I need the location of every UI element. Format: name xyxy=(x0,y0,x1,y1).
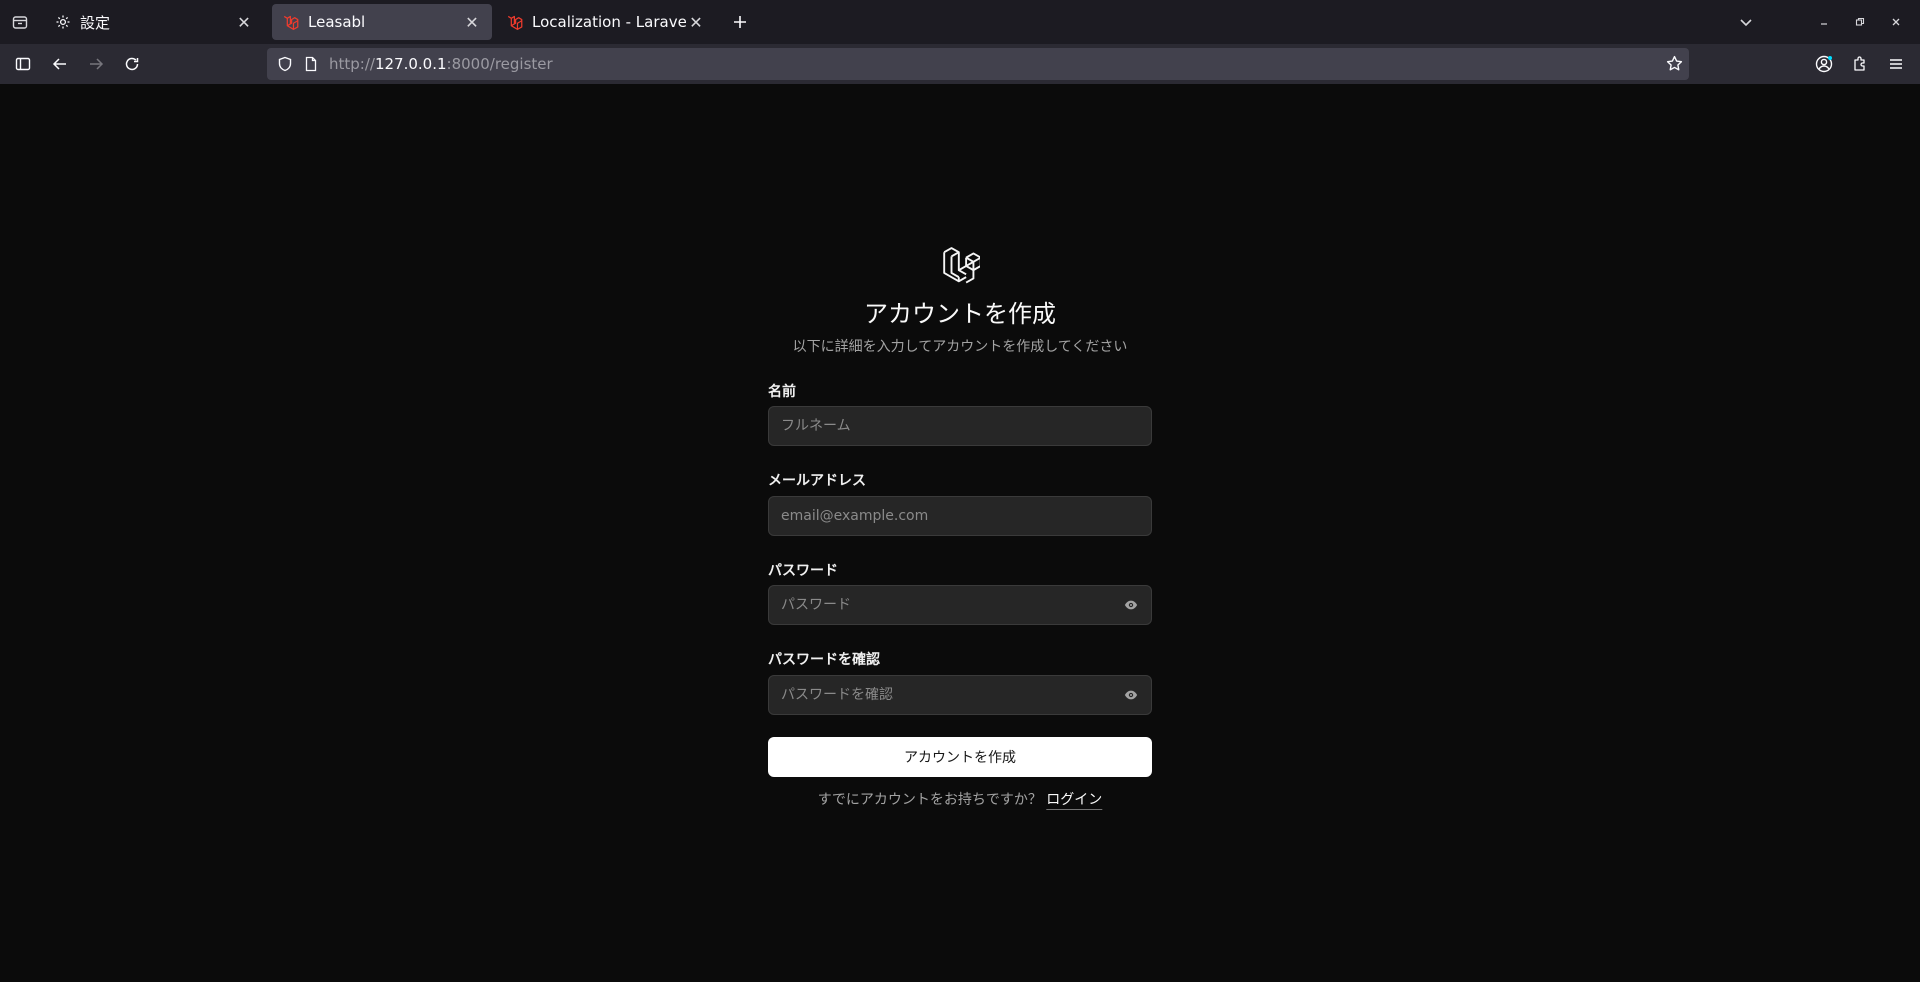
hamburger-icon xyxy=(1890,59,1902,69)
window-controls xyxy=(1726,0,1920,44)
email-field[interactable] xyxy=(768,496,1152,536)
account-icon xyxy=(1815,55,1833,73)
reload-icon xyxy=(125,57,139,71)
password-label: パスワード xyxy=(768,563,838,579)
reload-button[interactable] xyxy=(120,52,144,76)
plus-icon xyxy=(734,16,746,28)
url-scheme: http:// xyxy=(329,55,375,73)
email-input[interactable] xyxy=(781,508,1139,524)
back-button[interactable] xyxy=(48,52,72,76)
shield-icon[interactable] xyxy=(277,56,293,76)
sidebar-icon xyxy=(15,57,31,71)
login-link[interactable]: ログイン xyxy=(1046,792,1102,808)
laravel-logo-icon xyxy=(943,247,980,284)
password-input[interactable] xyxy=(781,597,1123,613)
email-label: メールアドレス xyxy=(768,473,866,489)
tab-settings[interactable]: 設定 ✕ xyxy=(44,4,264,40)
close-icon[interactable]: ✕ xyxy=(686,12,706,32)
chevron-down-icon xyxy=(1740,19,1752,27)
close-icon[interactable]: ✕ xyxy=(234,12,254,32)
minimize-icon xyxy=(1821,23,1827,25)
url-bar[interactable]: http://127.0.0.1:8000/register xyxy=(267,48,1689,80)
forward-button[interactable] xyxy=(84,52,108,76)
page-subtitle: 以下に詳細を入力してアカウントを作成してください xyxy=(792,339,1128,355)
tab-overview-button[interactable] xyxy=(0,0,40,44)
name-field[interactable] xyxy=(768,406,1152,446)
laravel-icon xyxy=(506,13,524,31)
tab-title: Localization - Laravel 12.x xyxy=(532,13,686,31)
login-prompt-text: すでにアカウントをお持ちですか？ xyxy=(817,792,1042,808)
password-field[interactable] xyxy=(768,585,1152,625)
sidebar-toggle-button[interactable] xyxy=(11,52,35,76)
tab-title: Leasabl xyxy=(308,13,366,31)
arrow-left-icon xyxy=(52,58,66,70)
menu-button[interactable] xyxy=(1884,52,1908,76)
extensions-button[interactable] xyxy=(1848,52,1872,76)
create-account-button[interactable]: アカウントを作成 xyxy=(768,737,1152,777)
confirm-password-field[interactable] xyxy=(768,675,1152,715)
url-path: :8000/register xyxy=(446,55,553,73)
list-all-tabs-button[interactable] xyxy=(1726,0,1766,44)
name-label: 名前 xyxy=(768,384,796,400)
name-input[interactable] xyxy=(781,418,1139,434)
puzzle-icon xyxy=(1854,56,1865,71)
restore-button[interactable] xyxy=(1842,0,1878,44)
tab-localization[interactable]: Localization - Laravel 12.x ✕ xyxy=(496,4,716,40)
login-prompt: すでにアカウントをお持ちですか？ ログイン xyxy=(768,789,1152,809)
tab-leasabl[interactable]: Leasabl ✕ xyxy=(272,4,492,40)
tab-title: 設定 xyxy=(80,13,111,32)
minimize-button[interactable] xyxy=(1806,0,1842,44)
page-content: アカウントを作成 以下に詳細を入力してアカウントを作成してください 名前 メール… xyxy=(0,84,1920,982)
gear-icon xyxy=(54,13,72,31)
page-icon[interactable] xyxy=(303,56,319,76)
new-tab-button[interactable] xyxy=(728,10,752,34)
confirm-password-label: パスワードを確認 xyxy=(768,652,880,668)
show-password-icon[interactable] xyxy=(1123,687,1139,703)
account-button[interactable] xyxy=(1812,52,1836,76)
tab-overview-icon xyxy=(12,16,28,29)
url-text[interactable]: http://127.0.0.1:8000/register xyxy=(329,55,553,73)
page-title: アカウントを作成 xyxy=(864,300,1056,328)
close-icon xyxy=(1892,18,1900,26)
close-icon[interactable]: ✕ xyxy=(462,12,482,32)
confirm-password-input[interactable] xyxy=(781,687,1123,703)
show-password-icon[interactable] xyxy=(1123,597,1139,613)
url-host: 127.0.0.1 xyxy=(374,55,447,73)
arrow-right-icon xyxy=(90,58,104,70)
close-window-button[interactable] xyxy=(1878,0,1914,44)
restore-icon xyxy=(1855,17,1865,26)
laravel-icon xyxy=(282,13,300,31)
bookmark-star-icon[interactable] xyxy=(1666,55,1683,76)
